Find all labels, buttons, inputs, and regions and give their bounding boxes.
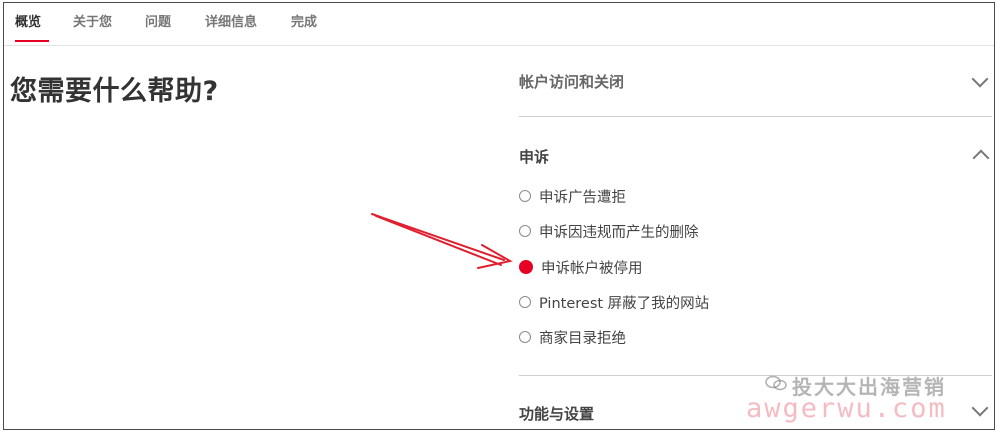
annotation-arrow-icon xyxy=(371,213,513,269)
help-form-panel: 概览 关于您 问题 详细信息 完成 您需要什么帮助? 帐户访问和关闭 申诉 申诉… xyxy=(3,2,995,430)
watermark-url: awgerwu.com xyxy=(746,393,947,424)
wechat-icon xyxy=(765,375,787,391)
